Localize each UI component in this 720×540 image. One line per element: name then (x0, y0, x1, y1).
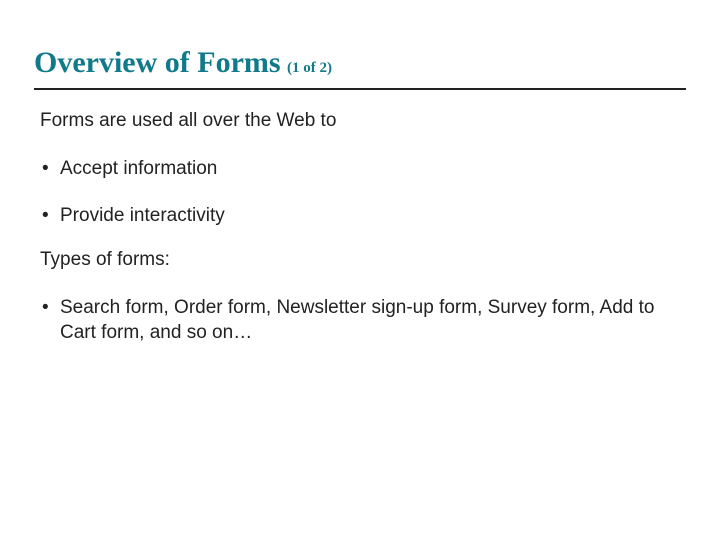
slide: Overview of Forms (1 of 2) Forms are use… (0, 46, 720, 540)
list-item: Accept information (40, 156, 680, 182)
title-bar: Overview of Forms (1 of 2) (34, 46, 686, 90)
slide-title-pagination: (1 of 2) (287, 60, 332, 76)
types-heading: Types of forms: (40, 247, 680, 273)
list-item: Search form, Order form, Newsletter sign… (40, 295, 680, 346)
intro-text: Forms are used all over the Web to (40, 108, 680, 134)
types-bullet-list: Search form, Order form, Newsletter sign… (40, 295, 680, 346)
intro-bullet-list: Accept information Provide interactivity (40, 156, 680, 229)
slide-title: Overview of Forms (34, 46, 281, 79)
slide-body: Forms are used all over the Web to Accep… (40, 108, 680, 346)
list-item: Provide interactivity (40, 203, 680, 229)
